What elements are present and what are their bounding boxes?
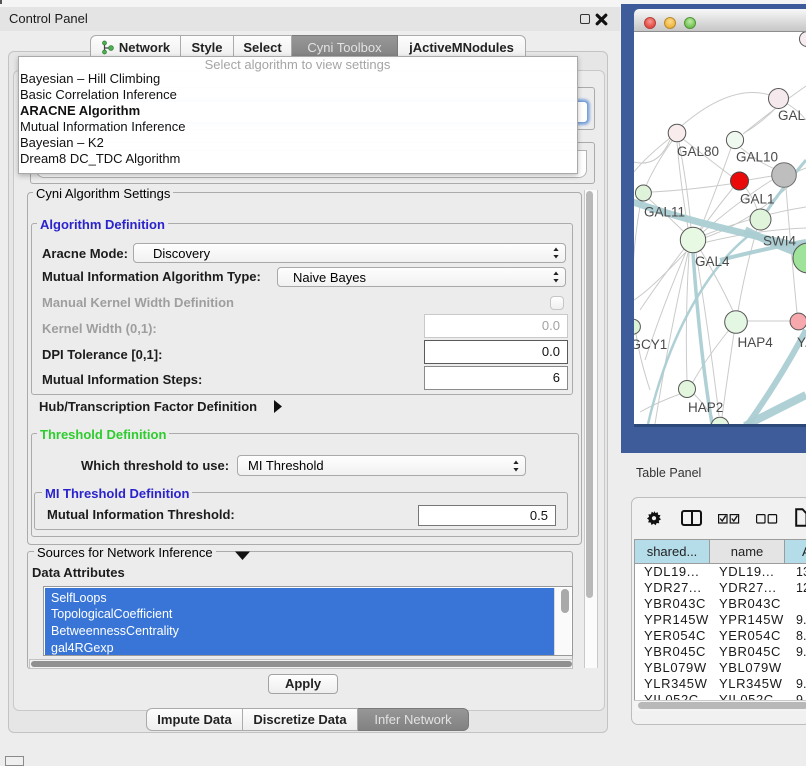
svg-text:GAL...: GAL... xyxy=(778,108,806,123)
svg-text:GAL11: GAL11 xyxy=(644,205,685,220)
svg-text:HAP2: HAP2 xyxy=(688,400,723,415)
svg-text:GAL4: GAL4 xyxy=(695,254,730,269)
svg-text:GAL80: GAL80 xyxy=(677,144,719,159)
svg-text:HAP4: HAP4 xyxy=(738,335,774,350)
svg-text:GCY1: GCY1 xyxy=(634,337,667,352)
svg-text:GAL1: GAL1 xyxy=(740,192,775,207)
svg-text:SWI4: SWI4 xyxy=(763,234,796,249)
svg-text:GAL10: GAL10 xyxy=(736,150,778,165)
svg-text:Y...: Y... xyxy=(797,335,806,350)
